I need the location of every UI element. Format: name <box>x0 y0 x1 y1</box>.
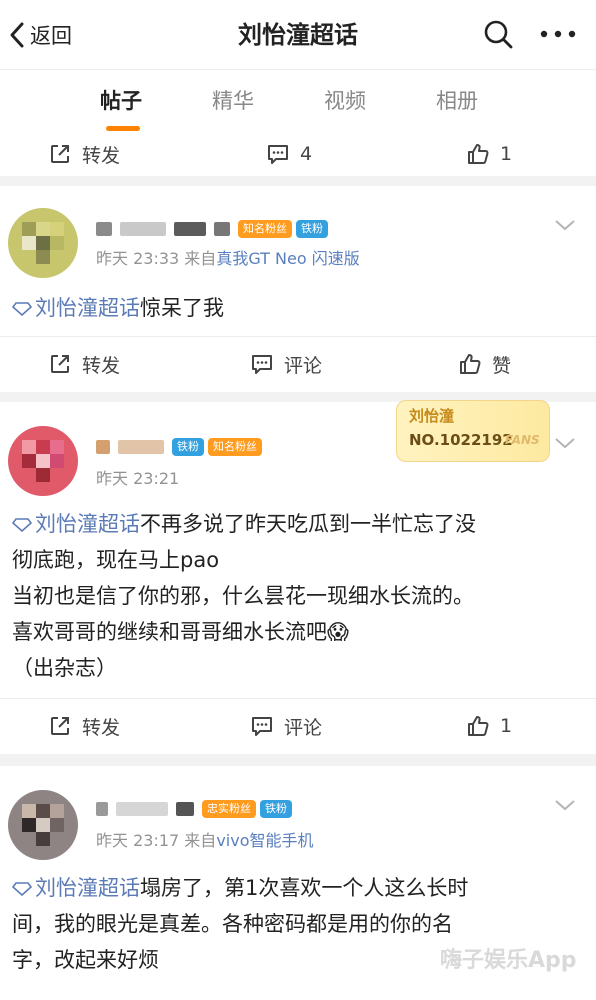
diamond-icon <box>12 882 32 896</box>
repost-icon <box>51 355 69 373</box>
tab-featured[interactable]: 精华 <box>212 84 254 118</box>
source-prefix: 来自 <box>184 831 217 850</box>
username[interactable]: 忠实粉丝 铁粉 <box>96 796 296 822</box>
fans-card-number: NO.1022192 <box>409 431 513 449</box>
iron-fan-badge: 铁粉 <box>172 438 204 456</box>
previous-post-actions: 转发 4 1 <box>0 134 596 176</box>
post-time: 昨天 23:21 <box>96 469 180 488</box>
tab-bar: 帖子 精华 视频 相册 <box>0 70 596 134</box>
like-button[interactable]: 赞 <box>458 344 511 384</box>
fan-badge: 忠实粉丝 <box>202 800 256 818</box>
thumbs-up-icon <box>468 144 489 164</box>
repost-label: 转发 <box>82 144 121 167</box>
repost-button[interactable]: 转发 <box>48 134 120 174</box>
chevron-down-icon[interactable] <box>554 798 576 812</box>
post-card: 知名粉丝 铁粉 昨天 23:33 来自真我GT Neo 闪速版 刘怡潼超话惊呆了… <box>0 186 596 392</box>
tab-videos[interactable]: 视频 <box>324 84 366 118</box>
topic-link[interactable]: 刘怡潼超话 <box>12 512 140 536</box>
post-source[interactable]: vivo智能手机 <box>216 831 313 850</box>
post-time: 昨天 23:17 <box>96 831 180 850</box>
search-icon[interactable] <box>482 18 514 50</box>
watermark: 嗨子娱乐App <box>440 948 577 973</box>
topic-link[interactable]: 刘怡潼超话 <box>12 876 140 900</box>
repost-button[interactable]: 转发 <box>48 706 120 746</box>
iron-fan-badge: 铁粉 <box>260 800 292 818</box>
avatar[interactable] <box>8 208 78 278</box>
tab-active-indicator <box>106 126 140 131</box>
username[interactable]: 知名粉丝 铁粉 <box>96 216 332 242</box>
thumbs-up-icon <box>460 354 481 374</box>
comment-icon <box>252 355 272 374</box>
avatar[interactable] <box>8 426 78 496</box>
like-count: 1 <box>500 143 513 165</box>
tab-posts[interactable]: 帖子 <box>100 84 142 118</box>
fans-card[interactable]: 刘怡潼 NO.1022192 FANS <box>396 400 550 462</box>
top-bar: 返回 刘怡潼超话 <box>0 0 596 70</box>
comment-button[interactable]: 评论 <box>250 344 322 384</box>
post-time: 昨天 23:33 <box>96 249 180 268</box>
diamond-icon <box>12 518 32 532</box>
comment-icon <box>252 717 272 736</box>
source-prefix: 来自 <box>184 249 217 268</box>
chevron-down-icon[interactable] <box>554 436 576 450</box>
chevron-down-icon[interactable] <box>554 218 576 232</box>
fans-card-name: 刘怡潼 <box>409 407 455 425</box>
post-source[interactable]: 真我GT Neo 闪速版 <box>216 249 359 268</box>
comment-icon <box>268 145 288 164</box>
username[interactable]: 铁粉 知名粉丝 <box>96 434 266 460</box>
comment-count: 4 <box>300 143 313 165</box>
tab-album[interactable]: 相册 <box>436 84 478 118</box>
avatar[interactable] <box>8 790 78 860</box>
post-meta: 昨天 23:17 来自vivo智能手机 <box>96 830 314 852</box>
iron-fan-badge: 铁粉 <box>296 220 328 238</box>
thumbs-up-icon <box>468 716 489 736</box>
post-meta: 昨天 23:33 来自真我GT Neo 闪速版 <box>96 248 360 270</box>
like-button[interactable]: 1 <box>466 134 512 174</box>
post-text: 刘怡潼超话不再多说了昨天吃瓜到一半忙忘了没 彻底跑，现在马上pao 当初也是信了… <box>12 512 476 680</box>
more-icon[interactable] <box>538 22 578 46</box>
like-button[interactable]: 1 <box>466 706 512 746</box>
topic-link[interactable]: 刘怡潼超话 <box>12 296 140 320</box>
fan-badge: 知名粉丝 <box>238 220 292 238</box>
fan-badge: 知名粉丝 <box>208 438 262 456</box>
fans-card-tag: FANS <box>505 433 540 447</box>
comment-button[interactable]: 评论 <box>250 706 322 746</box>
comment-button[interactable]: 4 <box>266 134 312 174</box>
post-text: 刘怡潼超话惊呆了我 <box>12 290 590 326</box>
repost-button[interactable]: 转发 <box>48 344 120 384</box>
repost-icon <box>51 717 69 735</box>
repost-icon <box>51 145 69 163</box>
diamond-icon <box>12 302 32 316</box>
